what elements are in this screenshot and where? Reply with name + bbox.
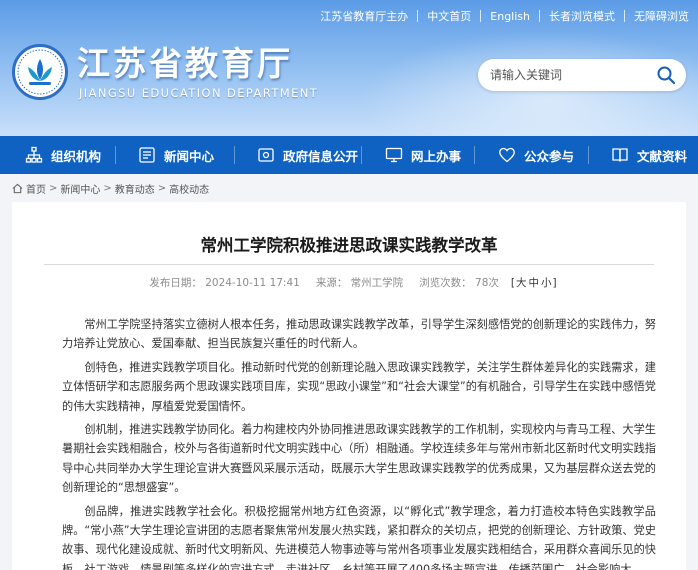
breadcrumb-separator: > bbox=[103, 182, 112, 194]
topbar-link-chinese-home[interactable]: 中文首页 bbox=[418, 8, 480, 24]
org-chart-icon bbox=[25, 146, 43, 163]
article-paragraph: 创机制，推进实践教学协同化。着力构建校内外协同推进思政课实践教学的工作机制，实现… bbox=[62, 423, 656, 495]
article-paragraph: 创特色，推进实践教学项目化。推动新时代党的创新理论融入思政课实践教学，关注学生群… bbox=[62, 360, 656, 413]
book-icon bbox=[612, 148, 628, 162]
main-nav: 组织机构 新闻中心 政府信息公开 网上办事 公众参与 文献资料 bbox=[0, 136, 698, 174]
nav-label: 组织机构 bbox=[51, 148, 102, 164]
nav-item-documents[interactable]: 文献资料 bbox=[589, 136, 687, 174]
breadcrumb-home[interactable]: 首页 bbox=[26, 181, 46, 196]
topbar-link-elderly-mode[interactable]: 长者浏览模式 bbox=[540, 8, 624, 24]
nav-item-online-services[interactable]: 网上办事 bbox=[362, 136, 474, 174]
logo-emblem-icon[interactable] bbox=[12, 44, 68, 100]
article-meta: 发布日期： 2024-10-11 17:41 来源： 常州工学院 浏览次数： 7… bbox=[12, 275, 686, 290]
topbar-link-english[interactable]: English bbox=[481, 10, 539, 23]
site-subtitle: JIANGSU EDUCATION DEPARTMENT bbox=[79, 86, 319, 100]
article-paragraph: 创品牌，推进实践教学社会化。积极挖掘常州地方红色资源，以“孵化式”教学理念，着力… bbox=[62, 504, 656, 570]
site-title[interactable]: 江苏省教育厅 bbox=[77, 44, 293, 84]
monitor-icon bbox=[385, 147, 403, 163]
nav-label: 公众参与 bbox=[524, 148, 575, 164]
font-size-small[interactable]: 小 bbox=[540, 277, 553, 289]
search-input[interactable] bbox=[490, 65, 650, 85]
article-title: 常州工学院积极推进思政课实践教学改革 bbox=[200, 236, 498, 255]
breadcrumb-separator: > bbox=[49, 182, 58, 194]
nav-item-info-disclosure[interactable]: 政府信息公开 bbox=[235, 136, 361, 174]
nav-item-organization[interactable]: 组织机构 bbox=[0, 136, 115, 174]
site-header: 江苏省教育厅主办 中文首页 English 长者浏览模式 无障碍浏览 江苏省教育… bbox=[0, 0, 698, 136]
breadcrumb-education-news[interactable]: 教育动态 bbox=[115, 181, 155, 196]
breadcrumb-separator: > bbox=[157, 182, 167, 194]
font-size-switcher: [大中小] bbox=[510, 277, 557, 289]
topbar-link-accessibility[interactable]: 无障碍浏览 bbox=[625, 8, 698, 24]
nav-item-public-participation[interactable]: 公众参与 bbox=[475, 136, 588, 174]
font-size-large[interactable]: 大 bbox=[515, 277, 528, 289]
breadcrumb: 首页 > 新闻中心 > 教育动态 > 高校动态 bbox=[12, 181, 209, 196]
article-panel: 常州工学院积极推进思政课实践教学改革 发布日期： 2024-10-11 17:4… bbox=[12, 202, 686, 570]
info-disclosure-icon bbox=[258, 148, 274, 162]
font-size-medium[interactable]: 中 bbox=[528, 277, 541, 289]
heart-icon bbox=[499, 147, 515, 163]
article-body: 常州工学院坚持落实立德树人根本任务，推动思政课实践教学改革，引导学生深刻感悟党的… bbox=[62, 315, 656, 570]
title-divider bbox=[44, 264, 654, 265]
top-utility-bar: 江苏省教育厅主办 中文首页 English 长者浏览模式 无障碍浏览 bbox=[311, 0, 698, 32]
newspaper-icon bbox=[139, 147, 155, 163]
article-source: 来源： 常州工学院 bbox=[315, 277, 404, 289]
breadcrumb-news-center[interactable]: 新闻中心 bbox=[60, 181, 100, 196]
breadcrumb-university-news[interactable]: 高校动态 bbox=[169, 181, 209, 196]
nav-item-news-center[interactable]: 新闻中心 bbox=[116, 136, 234, 174]
nav-label: 文献资料 bbox=[637, 148, 688, 164]
topbar-host-text: 江苏省教育厅主办 bbox=[320, 10, 409, 23]
home-icon bbox=[12, 183, 23, 193]
view-count: 浏览次数： 78次 bbox=[419, 277, 499, 289]
nav-label: 政府信息公开 bbox=[283, 148, 359, 164]
nav-label: 新闻中心 bbox=[164, 148, 215, 164]
search-icon[interactable] bbox=[656, 65, 676, 85]
nav-label: 网上办事 bbox=[411, 148, 462, 164]
search-box bbox=[478, 59, 686, 91]
article-paragraph: 常州工学院坚持落实立德树人根本任务，推动思政课实践教学改革，引导学生深刻感悟党的… bbox=[62, 318, 656, 351]
publish-date: 发布日期： 2024-10-11 17:41 bbox=[149, 277, 300, 289]
